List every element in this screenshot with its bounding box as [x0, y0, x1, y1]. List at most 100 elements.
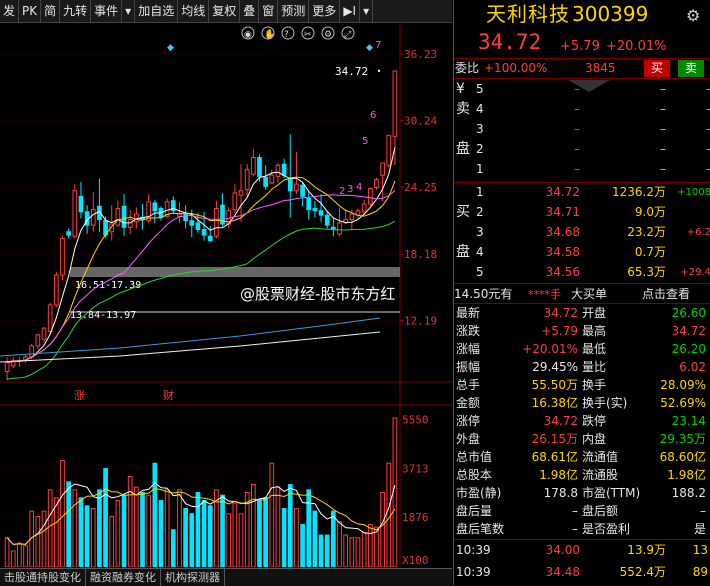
tick-time: 10:39	[456, 543, 491, 557]
chart-toolbar: 发 PK 简九转 事件 ▾ 加自选 均线 复权叠窗预测 更多 ▶I ▾	[0, 0, 452, 23]
big-order-link[interactable]: 点击查看	[642, 285, 690, 304]
wave-count-label: 2	[339, 186, 345, 197]
sell-price: –	[574, 142, 580, 156]
stats-row: 涨停 34.72 跌停 23.14	[454, 412, 710, 430]
buy-volume: 23.2万	[627, 225, 666, 239]
volume-bar	[84, 505, 90, 568]
volume-bar	[189, 513, 195, 568]
volume-bar	[324, 534, 330, 568]
sell-price: –	[574, 82, 580, 96]
toolbar-item-9[interactable]: 叠	[240, 0, 260, 22]
buy-price: 34.72	[545, 185, 580, 199]
stats-row: 盘后笔数 – 是否盈利 是	[454, 520, 710, 538]
toolbar-item-10[interactable]: 窗	[259, 0, 279, 22]
candle-body	[244, 169, 250, 191]
big-order-row[interactable]: 14.50元有 ****手 大买单 点击查看	[454, 285, 710, 304]
volume-bar	[355, 537, 361, 568]
stat-key: 盘后笔数	[456, 522, 505, 536]
buy-level-1: 1 34.72 1236.2万 +1008	[454, 183, 710, 202]
stat-key: 最高	[582, 324, 607, 338]
candle-body	[386, 134, 392, 166]
stat-key: 开盘	[582, 306, 607, 320]
toolbar-item-8[interactable]: 复权	[209, 0, 241, 22]
sell-button[interactable]: 卖	[678, 60, 704, 77]
toolbar-item-3[interactable]: 九转	[60, 0, 92, 22]
tick-volume: 552.4万	[619, 565, 666, 579]
last-price: 34.72	[478, 30, 542, 54]
toolbar-item-7[interactable]: 均线	[178, 0, 210, 22]
stats-row: 振幅 29.45% 量比 6.02	[454, 358, 710, 376]
y-axis-label: 18.18	[404, 248, 437, 261]
volume-bar	[146, 494, 152, 568]
bottom-tab-2[interactable]: 机构探测器	[161, 569, 225, 586]
stock-name: 天利科技	[486, 2, 570, 26]
volume-bar	[170, 529, 176, 568]
buy-button[interactable]: 买	[644, 60, 670, 77]
toolbar-item-2[interactable]: 简	[41, 0, 61, 22]
candle-body	[380, 162, 385, 176]
stat-key: 换手(实)	[582, 396, 628, 410]
toolbar-item-12[interactable]: 更多	[309, 0, 341, 22]
volume-bar	[103, 468, 108, 568]
stat-value: 188.2	[671, 486, 706, 500]
sell-side-label: ¥	[456, 81, 465, 97]
candle-body	[281, 163, 287, 176]
volume-bar	[78, 497, 84, 568]
diamond-marker-icon[interactable]: ◆	[366, 43, 373, 53]
event-marker[interactable]: 涨	[74, 389, 85, 402]
sell-side-label: 卖	[456, 101, 470, 117]
volume-bar	[47, 489, 53, 568]
buy-volume: 65.3万	[627, 265, 666, 279]
volume-bar	[269, 462, 275, 568]
toolbar-item-0[interactable]: 发	[0, 0, 20, 22]
stat-key: 金额	[456, 396, 481, 410]
stat-value: 26.20	[671, 342, 706, 356]
candle-body	[306, 198, 312, 211]
toolbar-item-4[interactable]: 事件	[91, 0, 123, 22]
buy-level-num: 1	[476, 185, 484, 199]
toolbar-item-14[interactable]: ▾	[360, 0, 374, 22]
volume-bar	[392, 417, 398, 568]
diamond-marker-icon[interactable]: ◆	[167, 43, 174, 53]
toolbar-item-11[interactable]: 预测	[278, 0, 310, 22]
tick-volume: 13.9万	[627, 543, 666, 557]
buy-level-2: 买 2 34.71 9.0万	[454, 203, 710, 222]
candle-body	[367, 188, 373, 205]
stat-value: 6.02	[679, 360, 706, 374]
stats-table: 最新 34.72 开盘 26.60 涨跌 +5.79 最高 34.72 涨幅 +20.01% 最低 2…	[454, 304, 710, 538]
candle-body	[183, 213, 188, 222]
eye-icon-glyph: ◉	[244, 30, 252, 40]
volume-bar	[318, 534, 324, 568]
support-band	[70, 267, 400, 277]
stats-row: 最新 34.72 开盘 26.60	[454, 304, 710, 322]
toolbar-item-5[interactable]: ▾	[122, 0, 136, 22]
buy-level-4: 盘 4 34.58 0.7万	[454, 243, 710, 262]
candle-body	[60, 237, 65, 276]
question-icon-glyph: ?	[284, 30, 289, 40]
toolbar-item-1[interactable]: PK	[19, 0, 42, 22]
buy-price: 34.71	[545, 205, 580, 219]
wave-count-label: 5	[362, 136, 368, 147]
sell-level-3: 3–––	[454, 120, 710, 139]
stat-key: 流通值	[582, 450, 619, 464]
gear-icon[interactable]: ⚙	[686, 6, 700, 25]
candle-body	[232, 192, 238, 211]
bottom-tab-1[interactable]: 融资融券变化	[86, 569, 161, 586]
stat-value: 178.8	[543, 486, 578, 500]
candle-body	[66, 231, 71, 236]
candle-body	[121, 205, 127, 228]
buy-level-num: 5	[476, 265, 484, 279]
event-marker[interactable]: 财	[163, 388, 174, 402]
stat-key: 量比	[582, 360, 607, 374]
buy-change: +29.4	[680, 267, 710, 278]
buy-level-3: 3 34.68 23.2万 +6.2	[454, 223, 710, 242]
bottom-tab-0[interactable]: 击股通持股变化	[0, 569, 86, 586]
quote-panel: 天利科技 300399 ⚙ 34.72 +5.79 +20.01% 委比 +10…	[453, 0, 710, 585]
candle-body	[349, 213, 355, 221]
stat-value: 34.72	[543, 414, 578, 428]
toolbar-item-13[interactable]: ▶I	[340, 0, 361, 22]
buy-level-5: 5 34.56 65.3万 +29.4	[454, 263, 710, 282]
toolbar-item-6[interactable]: 加自选	[135, 0, 179, 22]
sell-volume: –	[660, 142, 666, 156]
volume-bar	[250, 484, 256, 568]
